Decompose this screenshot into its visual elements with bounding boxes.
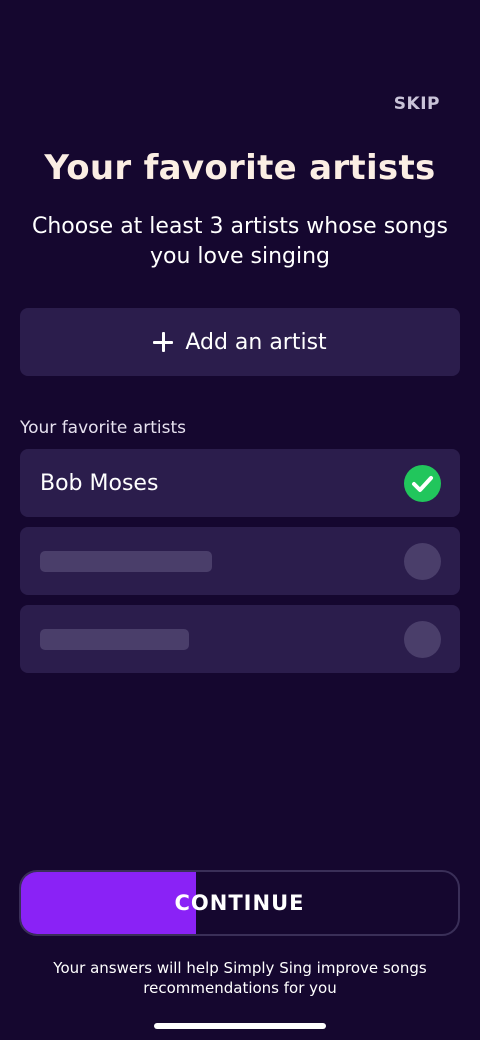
check-icon[interactable] [404,465,441,502]
favorites-section-label: Your favorite artists [20,418,186,438]
continue-button[interactable]: CONTINUE [19,870,460,936]
plus-icon [153,332,174,352]
home-indicator [154,1023,326,1029]
continue-label: CONTINUE [174,891,305,915]
placeholder-circle [404,543,441,580]
add-artist-label: Add an artist [185,329,327,355]
footnote-text: Your answers will help Simply Sing impro… [53,959,427,997]
placeholder-bar [40,550,212,572]
artist-row-bob-moses[interactable]: Bob Moses [20,449,460,517]
add-artist-button[interactable]: Add an artist [20,308,460,376]
page-title: Your favorite artists [44,148,436,188]
skip-button[interactable]: SKIP [394,94,440,114]
placeholder-circle [404,621,441,658]
page-subtitle: Choose at least 3 artists whose songs yo… [31,214,448,269]
placeholder-bar [40,628,189,650]
empty-artist-slot [20,605,460,673]
artist-selection-screen: SKIP Your favorite artists Choose at lea… [0,0,480,1040]
empty-artist-slot [20,527,460,595]
artist-name: Bob Moses [40,470,159,496]
favorite-artists-list: Bob Moses [20,449,460,683]
